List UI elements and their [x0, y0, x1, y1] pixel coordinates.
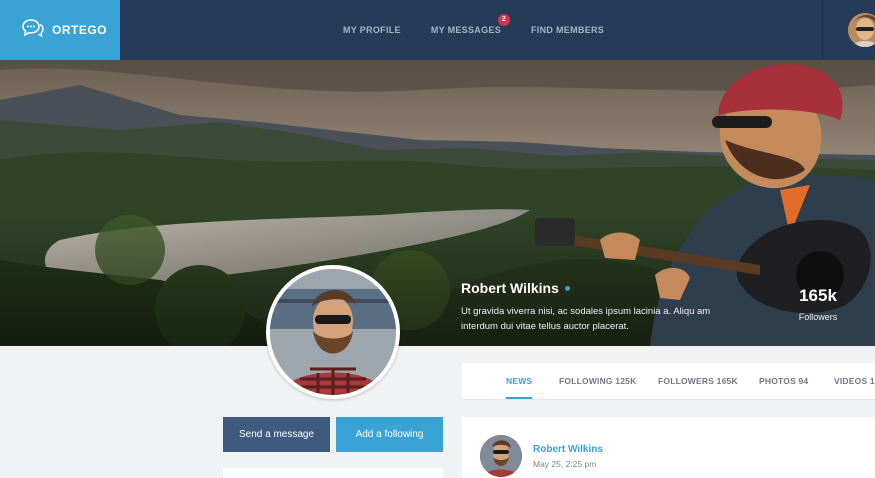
profile-name: Robert Wilkins	[461, 280, 559, 296]
messages-count-badge: 2	[498, 14, 510, 26]
post-date: May 25, 2:25 pm	[533, 459, 597, 469]
add-following-button[interactable]: Add a following	[336, 417, 443, 452]
send-message-button[interactable]: Send a message	[223, 417, 330, 452]
followers-count: 165k	[799, 286, 837, 305]
main-nav: MY PROFILE MY MESSAGES 2 FIND MEMBERS	[343, 0, 634, 60]
tab-videos[interactable]: VIDEOS 12	[834, 363, 875, 400]
brand-logo[interactable]: ORTEGO	[0, 0, 120, 60]
post-author-avatar[interactable]	[480, 435, 522, 477]
profile-avatar[interactable]	[266, 265, 400, 399]
nav-my-messages[interactable]: MY MESSAGES 2	[430, 14, 510, 35]
brand-name: ORTEGO	[52, 23, 108, 37]
user-avatar[interactable]	[848, 13, 875, 47]
header-divider	[822, 0, 823, 60]
followers-stat[interactable]: 165k Followers	[776, 286, 860, 322]
post-author-name[interactable]: Robert Wilkins	[533, 444, 603, 455]
tab-following[interactable]: FOLLOWING 125K	[559, 363, 636, 400]
news-post: Robert Wilkins May 25, 2:25 pm	[462, 417, 875, 478]
followers-label: Followers	[798, 312, 838, 322]
nav-my-profile[interactable]: MY PROFILE	[343, 25, 401, 35]
profile-bio: Ut gravida viverra nisi, ac sodales ipsu…	[461, 306, 711, 332]
nav-my-messages-label: MY MESSAGES	[430, 25, 501, 35]
profile-tabs: NEWS FOLLOWING 125K FOLLOWERS 165K PHOTO…	[462, 363, 875, 400]
nav-find-members[interactable]: FIND MEMBERS	[531, 25, 604, 35]
tab-news[interactable]: NEWS	[506, 363, 533, 400]
tab-photos[interactable]: PHOTOS 94	[759, 363, 808, 400]
left-sidebar-card	[223, 468, 443, 478]
cover-photo: Robert Wilkins Ut gravida viverra nisi, …	[0, 60, 875, 346]
verified-icon	[564, 285, 570, 291]
tab-followers[interactable]: FOLLOWERS 165K	[658, 363, 738, 400]
chat-bubbles-icon	[22, 18, 44, 43]
profile-name-row: Robert Wilkins	[461, 280, 721, 296]
cover-landscape-image	[0, 60, 875, 346]
profile-summary: Robert Wilkins Ut gravida viverra nisi, …	[461, 280, 721, 334]
top-navigation-bar: ORTEGO MY PROFILE MY MESSAGES 2 FIND MEM…	[0, 0, 875, 60]
